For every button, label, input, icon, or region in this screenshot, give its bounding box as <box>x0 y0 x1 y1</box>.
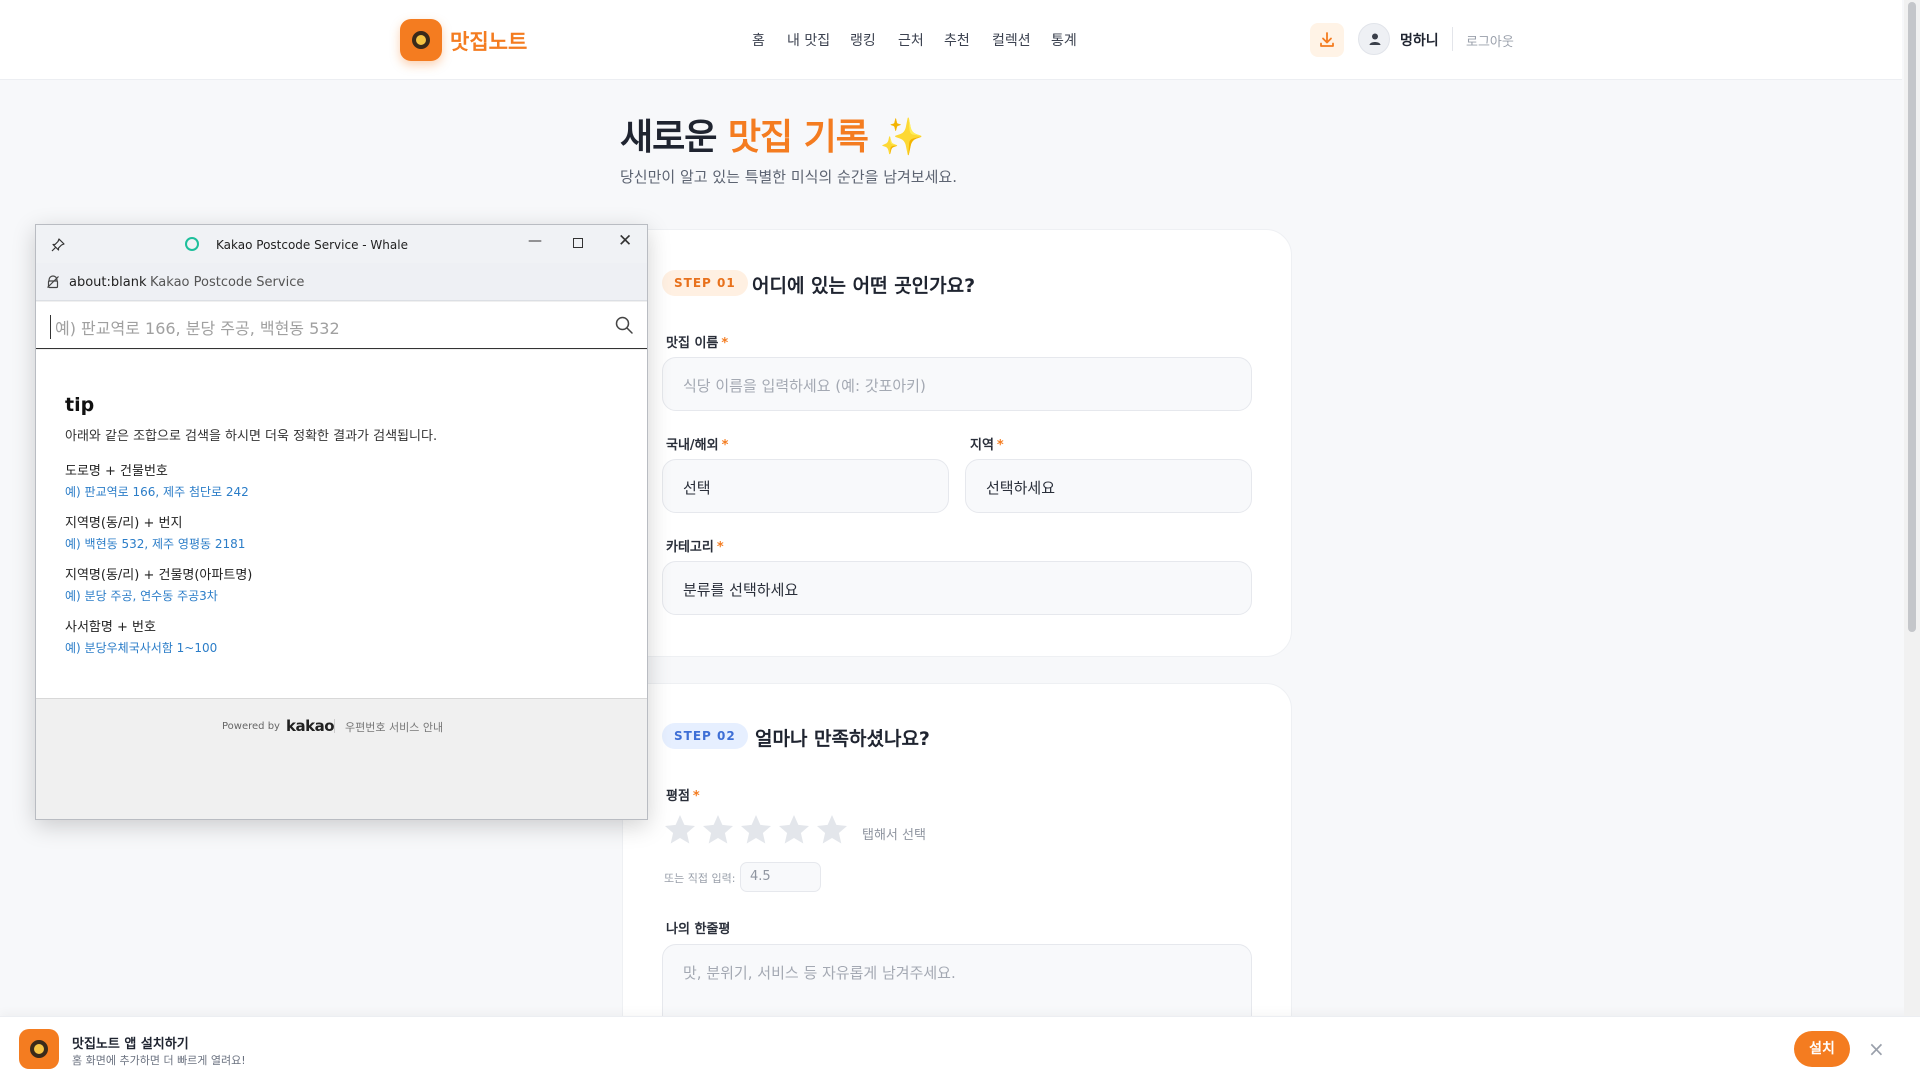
domestic-overseas-value: 선택 <box>683 479 711 497</box>
postcode-service-link[interactable]: 우편번호 서비스 안내 <box>345 719 443 735</box>
restaurant-name-input[interactable]: 식당 이름을 입력하세요 (예: 갓포아키) <box>662 357 1252 411</box>
logo-icon[interactable] <box>400 19 442 61</box>
region-label-text: 지역 <box>970 438 994 453</box>
star-icon[interactable] <box>700 812 736 848</box>
page-title-accent: 맛집 기록 <box>727 117 869 158</box>
postcode-popup-window: Kakao Postcode Service - Whale — ✕ about… <box>35 224 648 820</box>
required-mark: * <box>721 336 729 351</box>
tip-item-head: 지역명(동/리) + 건물명(아파트명) <box>65 568 253 583</box>
restaurant-name-label-text: 맛집 이름 <box>666 336 719 351</box>
postcode-tip-panel: tip 아래와 같은 조합으로 검색을 하시면 더욱 정확한 결과가 검색됩니다… <box>36 350 647 698</box>
domestic-overseas-label-text: 국내/해외 <box>666 438 719 453</box>
install-button[interactable]: 설치 <box>1794 1031 1850 1067</box>
popup-page-title: Kakao Postcode Service <box>150 275 305 290</box>
nav-item-recommend[interactable]: 추천 <box>944 30 970 50</box>
close-icon[interactable]: × <box>1868 1037 1885 1061</box>
postcode-footer: Powered by kakao 우편번호 서비스 안내 <box>36 698 647 819</box>
postcode-search-placeholder: 예) 판교역로 166, 분당 주공, 백현동 532 <box>50 315 340 339</box>
brand-name[interactable]: 맛집노트 <box>450 26 527 56</box>
category-select[interactable]: 분류를 선택하세요 <box>662 561 1252 615</box>
step2-badge: STEP 02 <box>662 723 748 749</box>
page-title-prefix: 새로운 <box>620 117 728 158</box>
nav-divider <box>1452 27 1453 51</box>
user-icon <box>1369 33 1381 45</box>
install-banner: 맛집노트 앱 설치하기 홈 화면에 추가하면 더 빠르게 열려요! 설치 × <box>0 1016 1920 1080</box>
whale-browser-icon <box>185 237 199 251</box>
page-subtitle: 당신만이 알고 있는 특별한 미식의 순간을 남겨보세요. <box>620 168 957 186</box>
page-scrollbar[interactable] <box>1904 0 1920 1016</box>
step2-title: 얼마나 만족하셨나요? <box>755 728 930 750</box>
star-icon[interactable] <box>738 812 774 848</box>
rating-direct-input[interactable]: 4.5 <box>740 862 821 892</box>
download-icon <box>1320 32 1334 47</box>
maximize-icon[interactable] <box>573 238 583 248</box>
install-banner-subtitle: 홈 화면에 추가하면 더 빠르게 열려요! <box>72 1054 246 1067</box>
required-mark: * <box>692 789 700 804</box>
category-label-text: 카테고리 <box>666 540 714 555</box>
top-navbar: 맛집노트 홈 내 맛집 랭킹 근처 추천 컬렉션 통계 멍하니 로그아웃 <box>0 0 1902 80</box>
page-title: 새로운 맛집 기록 ✨ <box>620 108 924 160</box>
direct-input-label: 또는 직접 입력: <box>664 872 736 885</box>
pin-icon[interactable] <box>50 237 66 253</box>
tip-item-example: 예) 분당우체국사서함 1~100 <box>65 641 218 655</box>
logout-button[interactable]: 로그아웃 <box>1466 31 1514 50</box>
review-label: 나의 한줄평 <box>666 922 731 937</box>
install-banner-title: 맛집노트 앱 설치하기 <box>72 1037 189 1052</box>
search-icon[interactable] <box>614 315 634 335</box>
tip-item-head: 도로명 + 건물번호 <box>65 464 168 479</box>
nav-item-home[interactable]: 홈 <box>752 30 765 50</box>
tip-title: tip <box>65 394 95 416</box>
required-mark: * <box>721 438 729 453</box>
tip-item-example: 예) 판교역로 166, 제주 첨단로 242 <box>65 485 249 499</box>
tap-hint: 탭해서 선택 <box>862 828 926 843</box>
required-mark: * <box>716 540 724 555</box>
star-icon[interactable] <box>662 812 698 848</box>
star-icon[interactable] <box>776 812 812 848</box>
nav-item-stats[interactable]: 통계 <box>1051 30 1077 50</box>
region-select[interactable]: 선택하세요 <box>965 459 1252 513</box>
tip-item-example: 예) 백현동 532, 제주 영평동 2181 <box>65 537 246 551</box>
review-placeholder: 맛, 분위기, 서비스 등 자유롭게 남겨주세요. <box>683 964 956 982</box>
scrollbar-thumb[interactable] <box>1908 2 1916 632</box>
powered-by-text: Powered by <box>222 721 280 732</box>
minimize-icon[interactable]: — <box>528 233 542 249</box>
postcode-search-input[interactable]: 예) 판교역로 166, 분당 주공, 백현동 532 <box>36 302 647 349</box>
kakao-logo[interactable]: kakao <box>286 717 335 735</box>
category-label: 카테고리 * <box>666 536 724 555</box>
footer-divider <box>334 719 335 733</box>
tip-item-head: 지역명(동/리) + 번지 <box>65 516 183 531</box>
domestic-overseas-select[interactable]: 선택 <box>662 459 949 513</box>
popup-window-title: Kakao Postcode Service - Whale <box>216 238 408 252</box>
avatar[interactable] <box>1358 23 1390 55</box>
insecure-icon[interactable] <box>46 275 60 289</box>
region-label: 지역 * <box>970 434 1004 453</box>
username[interactable]: 멍하니 <box>1400 30 1439 50</box>
close-icon[interactable]: ✕ <box>618 231 632 251</box>
tip-item-example: 예) 분당 주공, 연수동 주공3차 <box>65 589 218 603</box>
nav-item-my-restaurants[interactable]: 내 맛집 <box>787 30 830 50</box>
app-logo-icon <box>19 1029 59 1069</box>
nav-item-ranking[interactable]: 랭킹 <box>850 30 876 50</box>
step1-badge: STEP 01 <box>662 270 748 296</box>
restaurant-name-placeholder: 식당 이름을 입력하세요 (예: 갓포아키) <box>683 377 926 395</box>
domestic-overseas-label: 국내/해외 * <box>666 434 728 453</box>
star-icon[interactable] <box>814 812 850 848</box>
rating-label: 평점 * <box>666 785 700 804</box>
download-button[interactable] <box>1310 23 1344 57</box>
star-rating[interactable] <box>662 812 852 852</box>
category-value: 분류를 선택하세요 <box>683 581 799 599</box>
rating-label-text: 평점 <box>666 789 690 804</box>
tip-item-head: 사서함명 + 번호 <box>65 620 156 635</box>
required-mark: * <box>996 438 1004 453</box>
popup-address-bar: about:blank Kakao Postcode Service <box>36 263 647 301</box>
restaurant-name-label: 맛집 이름 * <box>666 332 728 351</box>
sparkles-icon: ✨ <box>879 117 924 158</box>
nav-item-collection[interactable]: 컬렉션 <box>992 30 1031 50</box>
step1-title: 어디에 있는 어떤 곳인가요? <box>752 275 976 297</box>
popup-titlebar[interactable]: Kakao Postcode Service - Whale — ✕ <box>36 225 647 263</box>
region-value: 선택하세요 <box>986 479 1056 497</box>
popup-url: about:blank <box>69 275 147 290</box>
tip-description: 아래와 같은 조합으로 검색을 하시면 더욱 정확한 결과가 검색됩니다. <box>65 429 438 444</box>
nav-item-nearby[interactable]: 근처 <box>898 30 924 50</box>
